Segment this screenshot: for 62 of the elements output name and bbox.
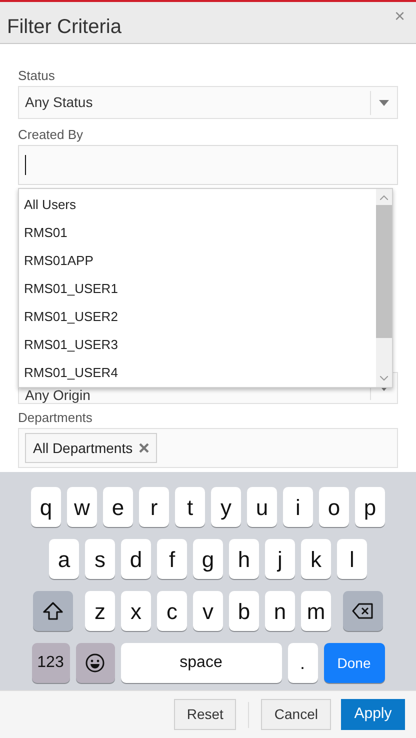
backspace-icon <box>352 603 374 619</box>
key[interactable]: t <box>175 487 205 527</box>
shift-key[interactable] <box>33 591 73 631</box>
key[interactable]: u <box>247 487 277 527</box>
key[interactable]: y <box>211 487 241 527</box>
select-value: Any Origin <box>24 388 92 403</box>
key[interactable]: z <box>85 591 115 631</box>
chip-label: All Departments <box>33 438 133 458</box>
space-key[interactable]: space <box>120 643 282 683</box>
scroll-down-icon <box>380 376 388 381</box>
scroll-up-icon <box>380 195 388 200</box>
key[interactable]: i <box>283 487 313 527</box>
dropdown-option[interactable]: RMS01APP <box>19 247 376 275</box>
key[interactable]: s <box>85 539 115 579</box>
text-field[interactable] <box>18 145 398 185</box>
emoji-icon <box>85 653 105 673</box>
key[interactable]: n <box>265 591 295 631</box>
key[interactable]: o <box>319 487 349 527</box>
apply-button[interactable]: Apply <box>341 699 405 730</box>
key[interactable]: l <box>337 539 367 579</box>
field-label: Created By <box>18 126 84 144</box>
scrollbar-thumb[interactable] <box>376 205 392 338</box>
footer-button[interactable]: Reset <box>174 699 236 730</box>
key[interactable]: h <box>229 539 259 579</box>
chips-field[interactable]: All Departments <box>18 428 398 468</box>
field-label: Departments <box>18 409 94 427</box>
backspace-key[interactable] <box>343 591 383 631</box>
dropdown-option[interactable]: RMS01_USER3 <box>19 331 376 359</box>
key[interactable]: m <box>301 591 331 631</box>
select-field[interactable]: Any Status <box>18 86 398 119</box>
key[interactable]: g <box>193 539 223 579</box>
done-key[interactable]: Done <box>324 643 384 683</box>
key[interactable]: a <box>49 539 79 579</box>
dropdown-option[interactable]: All Users <box>19 191 376 219</box>
key[interactable]: q <box>31 487 61 527</box>
key[interactable]: k <box>301 539 331 579</box>
select-value: Any Status <box>24 93 94 112</box>
dropdown-option[interactable]: RMS01_USER1 <box>19 275 376 303</box>
dropdown-option[interactable]: RMS01_USER2 <box>19 303 376 331</box>
key[interactable]: p <box>355 487 385 527</box>
field-label: Status <box>18 67 56 85</box>
remove-icon[interactable] <box>138 443 149 453</box>
footer-button[interactable]: Cancel <box>261 699 331 730</box>
key[interactable]: j <box>265 539 295 579</box>
key[interactable]: x <box>121 591 151 631</box>
period-key[interactable]: . <box>288 643 318 683</box>
key[interactable]: f <box>157 539 187 579</box>
text-cursor <box>25 155 26 175</box>
key[interactable]: d <box>121 539 151 579</box>
key[interactable]: b <box>229 591 259 631</box>
key[interactable]: v <box>193 591 223 631</box>
key[interactable]: r <box>139 487 169 527</box>
scrollbar[interactable] <box>376 189 392 387</box>
emoji-key[interactable] <box>76 643 114 683</box>
dropdown-caret-icon <box>379 100 389 106</box>
shift-icon <box>43 602 63 620</box>
dropdown-option[interactable]: RMS01 <box>19 219 376 247</box>
key[interactable]: c <box>157 591 187 631</box>
key[interactable]: e <box>103 487 133 527</box>
dialog-title: Filter Criteria <box>7 15 122 40</box>
key[interactable]: w <box>67 487 97 527</box>
numbers-key[interactable]: 123 <box>32 643 70 683</box>
